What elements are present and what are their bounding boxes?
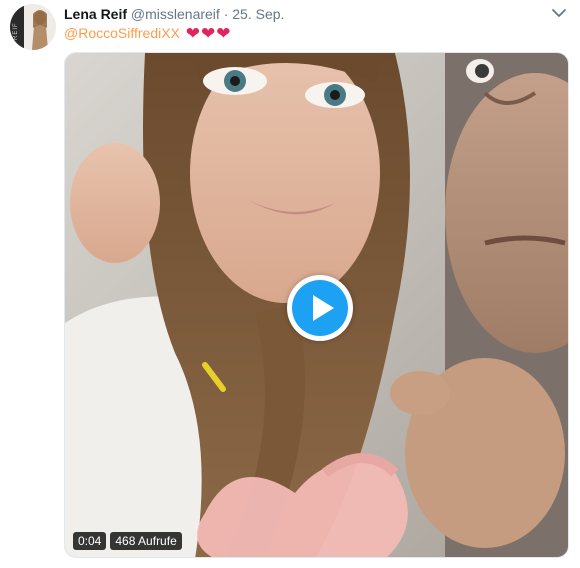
video-duration: 0:04: [73, 532, 107, 550]
avatar-photo-icon: REIF: [10, 4, 56, 50]
play-icon: [313, 295, 334, 321]
play-button[interactable]: [287, 275, 353, 341]
video-player[interactable]: 0:04 468 Aufrufe: [64, 52, 569, 558]
separator-dot: ·: [223, 6, 229, 22]
tweet-menu-button[interactable]: [550, 6, 568, 20]
avatar[interactable]: REIF: [10, 4, 56, 50]
author-handle[interactable]: @misslenareif: [131, 6, 220, 22]
view-count: 468 Aufrufe: [110, 532, 182, 550]
chevron-down-icon: [552, 9, 566, 17]
tweet-date[interactable]: 25. Sep.: [232, 6, 284, 22]
tweet-card: REIF Lena Reif @misslenareif · 25. Sep. …: [0, 0, 580, 568]
heart-emoji: ❤❤❤: [185, 24, 232, 43]
mention-link[interactable]: @RoccoSiffrediXX: [64, 25, 180, 41]
tweet-text: @RoccoSiffrediXX ❤❤❤: [64, 23, 232, 43]
tweet-header: Lena Reif @misslenareif · 25. Sep.: [64, 4, 284, 24]
svg-text:REIF: REIF: [13, 22, 19, 40]
video-badges: 0:04 468 Aufrufe: [73, 532, 182, 550]
author-name[interactable]: Lena Reif: [64, 6, 127, 22]
